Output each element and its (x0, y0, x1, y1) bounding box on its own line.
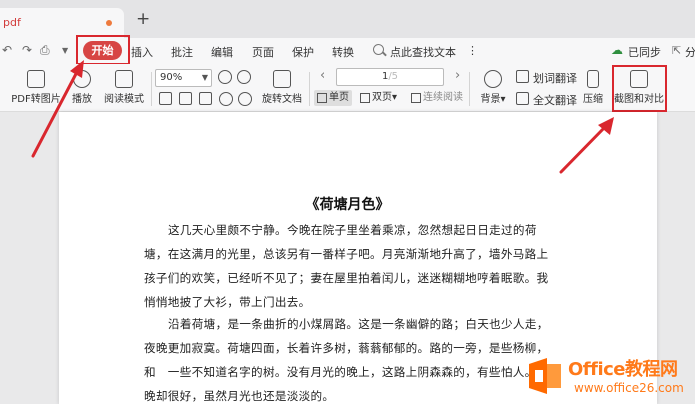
share-icon[interactable]: ⇱ (672, 44, 681, 57)
search-icon[interactable] (373, 44, 384, 55)
total-pages: /5 (388, 71, 399, 82)
single-page-icon (317, 93, 327, 103)
tab-annotate[interactable]: 批注 (171, 44, 193, 60)
tab-page[interactable]: 页面 (252, 44, 274, 60)
sync-status[interactable]: 已同步 (628, 44, 661, 60)
single-page-label: 单页 (329, 92, 349, 103)
rotate-document-label: 旋转文档 (262, 94, 302, 105)
tab-convert[interactable]: 转换 (332, 44, 354, 60)
double-page-icon (360, 93, 370, 103)
toolbar-divider (151, 72, 152, 106)
share-button[interactable]: 分 (685, 44, 695, 60)
ribbon-toolbar: PDF转图片 播放 阅读模式 90% ▼ 旋转文档 ‹ 1/5 › 单页 双页▾… (0, 64, 695, 112)
rotate-left-icon[interactable] (219, 92, 233, 106)
office26-logo (529, 358, 561, 394)
full-translate-icon (516, 92, 529, 105)
word-translate-button[interactable]: 划词翻译 (533, 70, 577, 86)
play-icon (73, 70, 91, 88)
single-page-view-button[interactable]: 单页 (314, 90, 352, 106)
page-number-input[interactable]: 1/5 (336, 68, 444, 86)
rotate-document-button[interactable]: 旋转文档 (260, 70, 304, 105)
watermark-brand: Office教程网 (568, 359, 678, 380)
compress-icon (587, 70, 599, 88)
image-icon (27, 70, 45, 88)
redo-icon[interactable]: ↷ (22, 43, 32, 57)
next-page-icon[interactable]: › (455, 68, 460, 83)
rotate-right-icon[interactable] (238, 92, 252, 106)
toolbar-divider (309, 72, 310, 106)
tab-bar: pdf + (0, 0, 695, 38)
zoom-value: 90% (160, 72, 183, 83)
read-mode-label: 阅读模式 (104, 94, 144, 105)
fit-page-icon[interactable] (179, 92, 192, 105)
word-translate-icon (516, 70, 529, 83)
zoom-select[interactable]: 90% ▼ (155, 69, 212, 87)
background-button[interactable]: 背景▾ (478, 70, 508, 105)
screenshot-compare-highlight-box (612, 65, 667, 112)
continuous-read-button[interactable]: 连续阅读 (408, 90, 466, 106)
document-tab-title: pdf (3, 16, 21, 29)
paragraph-2: 沿着荷塘，是一条曲折的小煤屑路。这是一条幽僻的路；白天也少人走，夜晚更加寂寞。荷… (144, 317, 549, 403)
rotate-document-icon (273, 70, 291, 88)
read-mode-button[interactable]: 阅读模式 (102, 70, 146, 105)
tab-insert[interactable]: 插入 (131, 44, 153, 60)
new-tab-button[interactable]: + (136, 10, 150, 28)
continuous-read-label: 连续阅读 (423, 92, 463, 103)
toolbar-divider (469, 72, 470, 106)
quick-access-dropdown-icon[interactable]: ▼ (62, 46, 68, 55)
full-translate-button[interactable]: 全文翻译 (533, 92, 577, 108)
double-page-label: 双页 (372, 92, 392, 103)
pdf-to-image-label: PDF转图片 (11, 94, 61, 105)
watermark-url: www.office26.com (574, 381, 684, 395)
actual-size-icon[interactable] (159, 92, 172, 105)
document-tab[interactable]: pdf (0, 8, 124, 38)
undo-icon[interactable]: ↶ (2, 43, 12, 57)
compress-label: 压缩 (583, 94, 603, 105)
start-tab-highlight-box (76, 35, 130, 65)
previous-page-icon[interactable]: ‹ (320, 68, 325, 83)
cloud-sync-icon: ☁ (611, 43, 623, 57)
chevron-down-icon: ▼ (201, 73, 208, 82)
document-title: 《荷塘月色》 (305, 197, 390, 213)
play-button[interactable]: 播放 (67, 70, 97, 105)
unsaved-dot-icon (106, 20, 112, 26)
background-label: 背景 (480, 94, 501, 105)
tab-edit[interactable]: 编辑 (211, 44, 233, 60)
zoom-out-icon[interactable] (237, 70, 251, 84)
tab-protect[interactable]: 保护 (292, 44, 314, 60)
continuous-read-icon (411, 93, 421, 103)
book-icon (115, 70, 133, 88)
print-icon[interactable]: ⎙ (40, 43, 50, 58)
play-label: 播放 (72, 94, 92, 105)
search-text-button[interactable]: 点此查找文本 (390, 44, 456, 60)
pdf-to-image-button[interactable]: PDF转图片 (11, 70, 61, 105)
zoom-in-icon[interactable] (218, 70, 232, 84)
compress-button[interactable]: 压缩 (580, 70, 606, 105)
moon-icon (484, 70, 502, 88)
fit-width-icon[interactable] (199, 92, 212, 105)
double-page-view-button[interactable]: 双页▾ (357, 90, 400, 106)
more-options-icon[interactable]: ⋮ (467, 44, 478, 57)
paragraph-1: 这几天心里颇不宁静。今晚在院子里坐着乘凉，忽然想起日日走过的荷塘，在这满月的光里… (144, 223, 549, 309)
